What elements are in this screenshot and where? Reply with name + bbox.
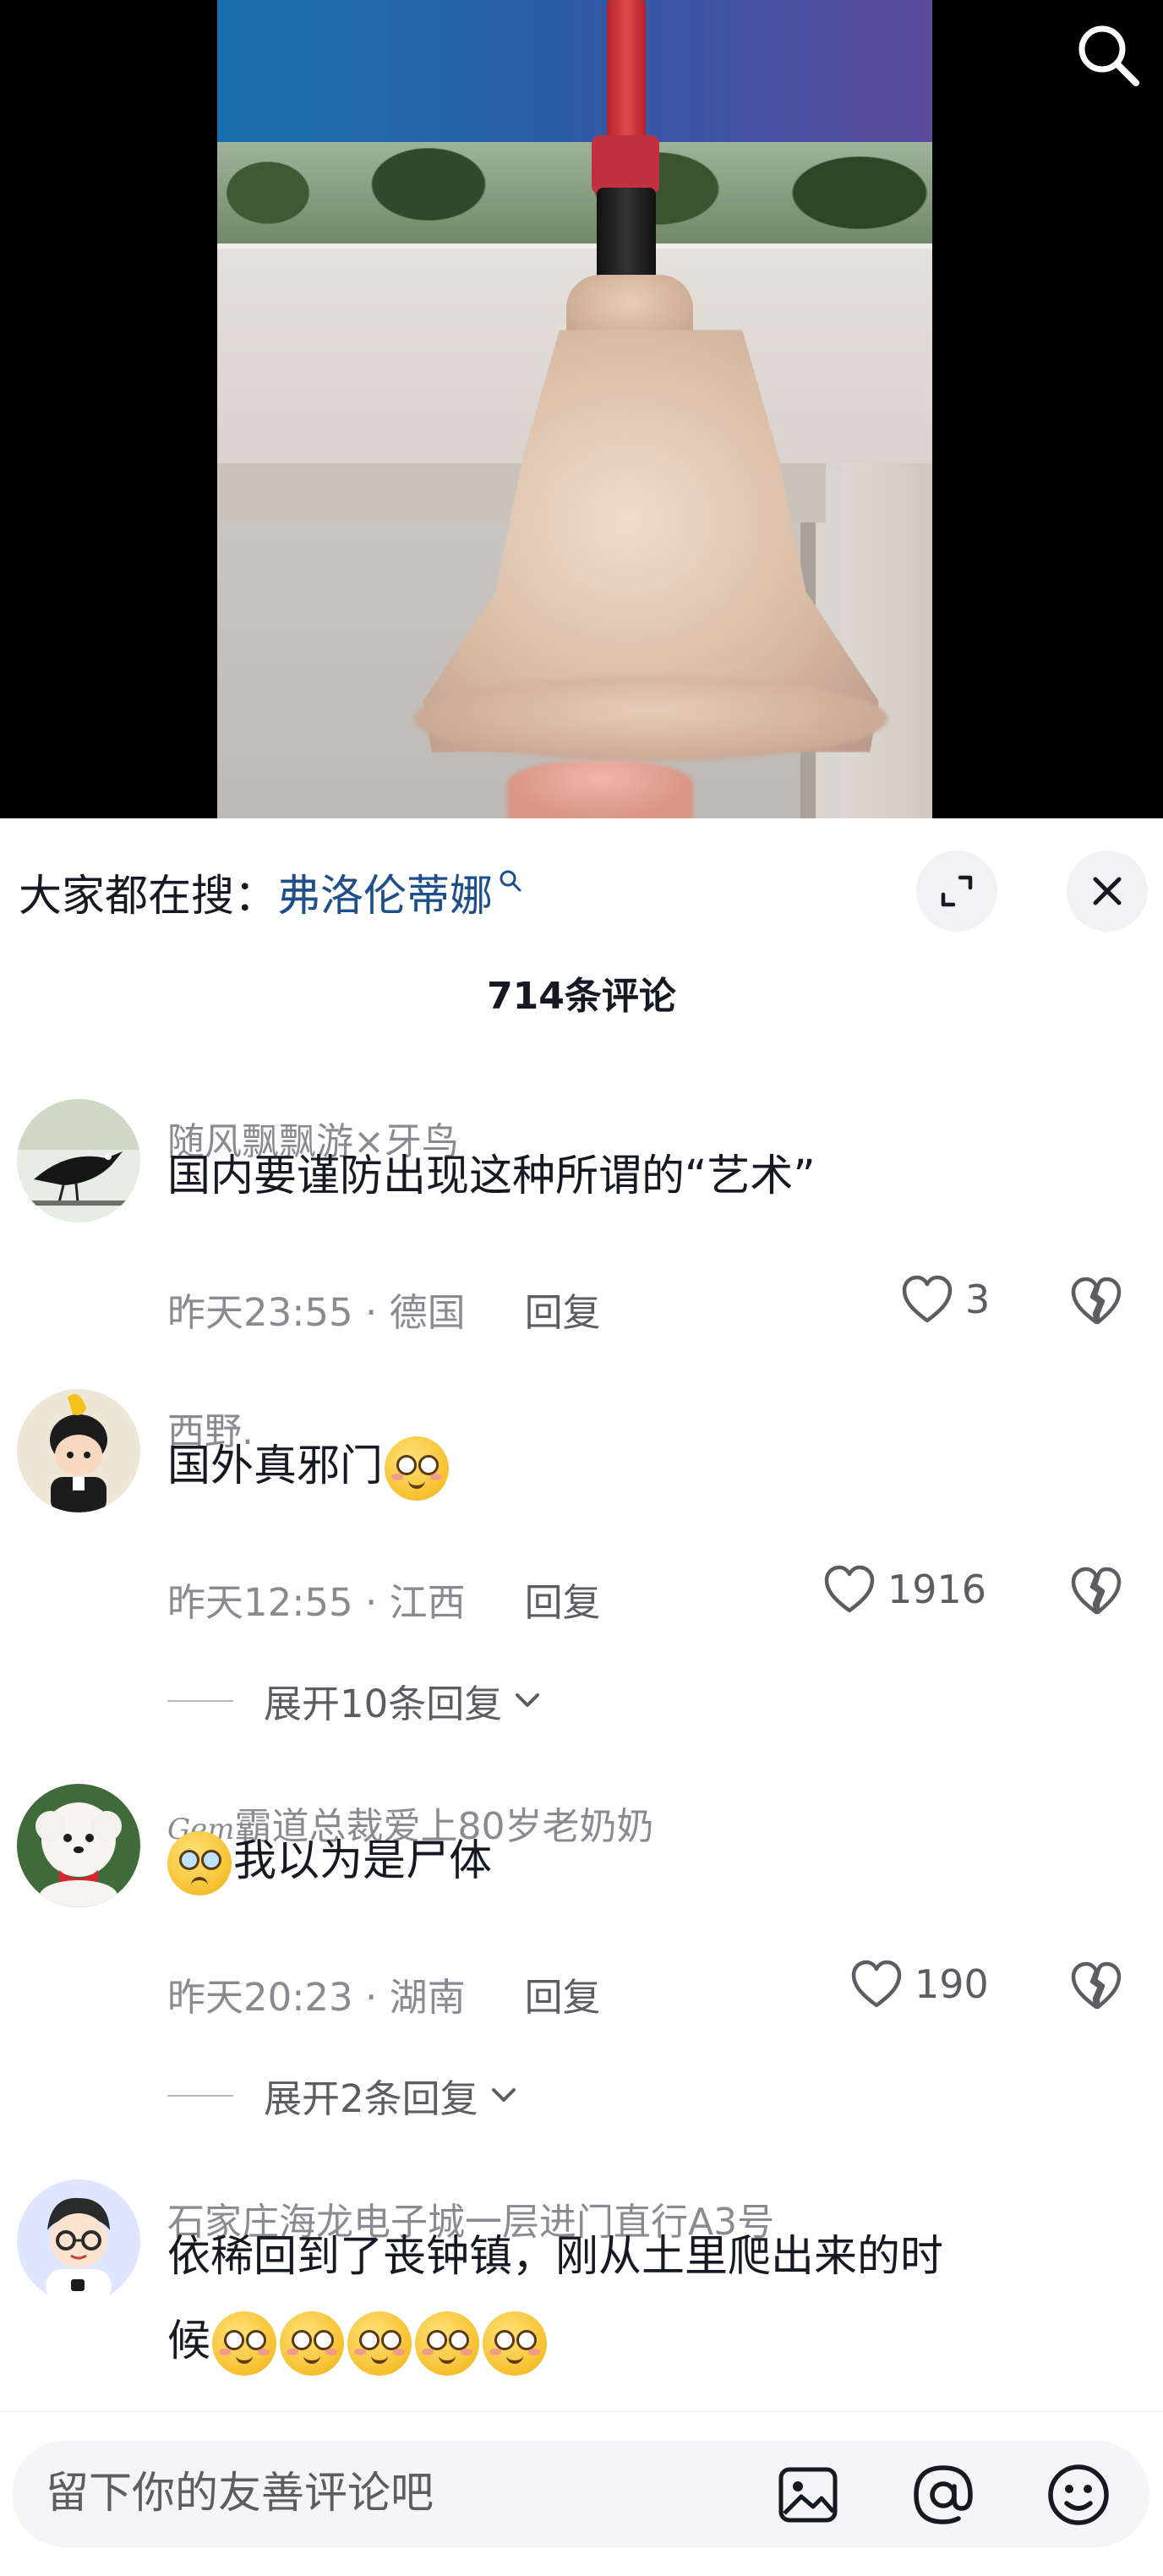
comment-time-location: 昨天23:55 · 德国: [167, 1290, 466, 1335]
dislike-button[interactable]: [1070, 1961, 1122, 2014]
close-button[interactable]: [1067, 850, 1148, 932]
at-icon: [914, 2465, 973, 2524]
image-button[interactable]: [773, 2459, 844, 2530]
video-player[interactable]: [0, 0, 1163, 818]
mention-button[interactable]: [908, 2459, 979, 2530]
smiley-face-icon: [1048, 2464, 1109, 2525]
expand-icon: [941, 875, 973, 907]
heart-icon: [851, 1960, 902, 2008]
bell-underside: [507, 761, 693, 818]
smile-emoji-icon: [347, 2311, 412, 2376]
divider-line: [167, 1699, 233, 1702]
avatar[interactable]: [17, 1099, 140, 1222]
reply-button[interactable]: 回复: [525, 1282, 601, 1337]
comment-text: 国外真邪门: [167, 1425, 1122, 1509]
comment-meta: 昨天12:55 · 江西 回复: [167, 1572, 601, 1627]
trending-search[interactable]: 大家都在搜： 弗洛伦蒂娜: [19, 862, 523, 922]
heart-icon: [902, 1275, 953, 1323]
expand-replies-label: 展开2条回复: [264, 2076, 478, 2121]
search-icon: [500, 870, 521, 892]
chevron-down-icon: [516, 1693, 540, 1707]
comment-text-line-2-body: 候: [167, 2316, 211, 2366]
crow-avatar-icon: [17, 1099, 140, 1222]
comment-text: 依稀回到了丧钟镇，刚从土里爬出来的时 候: [167, 2215, 1122, 2384]
smile-emoji-icon: [415, 2311, 480, 2376]
comment-text-line-1: 依稀回到了丧钟镇，刚从土里爬出来的时: [167, 2232, 944, 2282]
smile-emoji-icon: [385, 1436, 450, 1501]
emoji-button[interactable]: [1043, 2459, 1114, 2530]
expand-button[interactable]: [916, 850, 997, 932]
like-button[interactable]: 190: [850, 1960, 989, 2009]
smile-emoji-icon: [280, 2311, 345, 2376]
search-icon: [1078, 25, 1139, 86]
cartoon-glasses-avatar-icon: [17, 2179, 140, 2303]
video-trees: [217, 142, 932, 243]
video-search-button[interactable]: [1067, 14, 1148, 95]
comment-meta: 昨天20:23 · 湖南 回复: [167, 1966, 601, 2021]
comment-text-line-2: 候: [167, 2300, 1122, 2384]
video-pillar: [843, 463, 932, 818]
broken-heart-icon: [1071, 1277, 1122, 1325]
crane-clamp: [597, 188, 656, 289]
broken-heart-icon: [1071, 1961, 1122, 2010]
like-count: 3: [965, 1277, 991, 1322]
comment-text: 国内要谨防出现这种所谓的“艺术”: [167, 1151, 816, 1201]
like-button[interactable]: 1916: [823, 1565, 986, 1614]
expand-replies-button[interactable]: 展开2条回复: [167, 2068, 521, 2123]
close-icon: [1093, 877, 1122, 905]
trending-label: 大家都在搜：: [19, 872, 278, 922]
video-sky: [217, 0, 932, 142]
comment-text: 我以为是尸体: [167, 1819, 1122, 1904]
avatar[interactable]: [17, 1784, 140, 1907]
smile-emoji-icon: [212, 2311, 277, 2376]
bell-lip: [414, 676, 887, 761]
comment-input-bar: 留下你的友善评论吧: [0, 2411, 1163, 2576]
reply-button[interactable]: 回复: [525, 1572, 601, 1627]
divider-line: [167, 2094, 233, 2097]
heart-icon: [824, 1565, 875, 1613]
comment-text-body: 我以为是尸体: [233, 1836, 493, 1886]
crane-hook: [592, 135, 659, 194]
comment-time-location: 昨天12:55 · 江西: [167, 1580, 466, 1625]
expand-replies-label: 展开10条回复: [264, 1682, 503, 1726]
reply-button[interactable]: 回复: [525, 1966, 601, 2021]
like-button[interactable]: 3: [901, 1275, 990, 1324]
dislike-button[interactable]: [1070, 1277, 1122, 1329]
like-count: 190: [915, 1961, 989, 2007]
like-count: 1916: [887, 1567, 987, 1612]
comment-input[interactable]: 留下你的友善评论吧: [12, 2441, 1149, 2547]
trending-keyword[interactable]: 弗洛伦蒂娜: [277, 861, 493, 923]
comment-text-body: 国外真邪门: [167, 1441, 384, 1491]
crane-strap: [607, 0, 646, 144]
avatar[interactable]: [17, 1389, 140, 1512]
dislike-button[interactable]: [1070, 1567, 1122, 1619]
teary-emoji-icon: [167, 1831, 232, 1895]
expand-replies-button[interactable]: 展开10条回复: [167, 1673, 544, 1728]
broken-heart-icon: [1071, 1567, 1122, 1615]
comment-time-location: 昨天20:23 · 湖南: [167, 1975, 466, 2020]
chevron-down-icon: [491, 2087, 516, 2102]
comment-input-placeholder: 留下你的友善评论吧: [46, 2469, 434, 2519]
white-puppy-avatar-icon: [17, 1784, 140, 1907]
comment-count: 714条评论: [487, 975, 676, 1018]
cartoon-boy-avatar-icon: [17, 1389, 140, 1512]
comment-meta: 昨天23:55 · 德国 回复: [167, 1282, 601, 1337]
avatar[interactable]: [17, 2179, 140, 2303]
image-icon: [778, 2467, 838, 2523]
smile-emoji-icon: [483, 2311, 548, 2376]
